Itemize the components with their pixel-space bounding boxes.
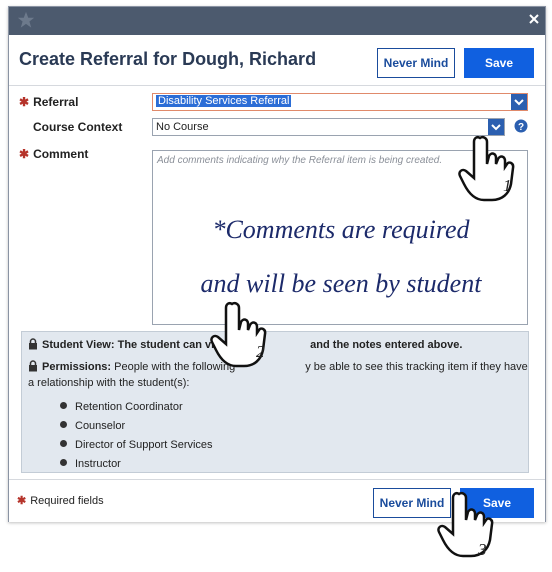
required-marker: ✱ (19, 95, 30, 109)
help-icon[interactable]: ? (514, 119, 528, 133)
comment-label: ✱ Comment (19, 147, 89, 161)
comment-placeholder: Add comments indicating why the Referral… (157, 155, 443, 166)
dialog-header: Create Referral for Dough, Richard Never… (9, 35, 545, 86)
step-number: 3 (478, 540, 487, 559)
list-item: Director of Support Services (60, 436, 213, 455)
hand-cursor-icon (437, 491, 494, 558)
lock-icon (29, 338, 37, 350)
create-referral-dialog: Create Referral for Dough, Richard Never… (8, 6, 546, 522)
step-number: 2 (256, 342, 265, 361)
required-marker: ✱ (19, 147, 30, 161)
list-item: Counselor (60, 417, 213, 436)
lock-icon (29, 360, 37, 372)
permissions-line2: a relationship with the student(s): (28, 377, 190, 389)
never-mind-button[interactable]: Never Mind (377, 48, 455, 78)
list-item: Retention Coordinator (60, 398, 213, 417)
required-marker: ✱ (17, 495, 27, 507)
list-item: Instructor (60, 455, 213, 474)
roles-list: Retention Coordinator Counselor Director… (60, 398, 213, 474)
chevron-down-icon[interactable] (511, 94, 527, 110)
star-icon (17, 11, 35, 28)
page-title: Create Referral for Dough, Richard (19, 49, 317, 69)
chevron-down-icon[interactable] (488, 119, 504, 135)
info-panel: Student View: The student can vi and the … (21, 331, 529, 473)
course-context-select[interactable]: No Course (152, 118, 505, 136)
referral-select[interactable]: Disability Services Referral (152, 93, 528, 111)
save-button[interactable]: Save (464, 48, 534, 78)
permissions-row: Permissions: People with the following y … (28, 360, 528, 373)
dialog-titlebar (9, 7, 545, 35)
comment-note-line2: and will be seen by student (200, 269, 482, 298)
referral-value: Disability Services Referral (156, 95, 292, 107)
svg-text:?: ? (518, 122, 524, 133)
course-context-value: No Course (156, 121, 209, 133)
course-context-label: Course Context (33, 120, 123, 134)
step-number: 1 (503, 176, 512, 195)
comment-note-line1: *Comments are required (212, 215, 470, 244)
close-icon[interactable] (529, 14, 539, 24)
referral-label: ✱ Referral (19, 95, 79, 109)
required-fields-note: ✱ Required fields (17, 495, 104, 507)
